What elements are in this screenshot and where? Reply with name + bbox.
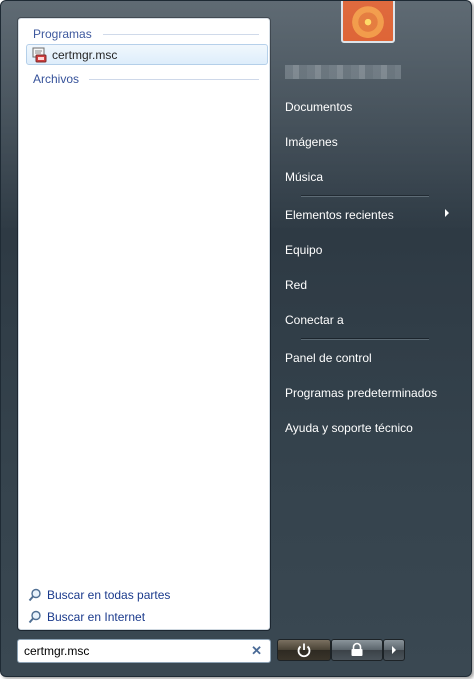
menu-item-ayuda-y-soporte[interactable]: Ayuda y soporte técnico: [285, 421, 413, 435]
search-box[interactable]: ✕: [17, 639, 271, 663]
section-divider: [103, 34, 259, 35]
menu-separator: [301, 195, 429, 197]
clear-search-icon[interactable]: ✕: [251, 643, 262, 659]
certificate-manager-icon: [32, 47, 48, 63]
section-files: Archivos: [33, 72, 259, 86]
search-result-certmgr[interactable]: certmgr.msc: [26, 44, 268, 65]
menu-item-red[interactable]: Red: [285, 278, 307, 292]
shutdown-button[interactable]: [277, 639, 331, 661]
menu-item-imagenes[interactable]: Imágenes: [285, 135, 338, 149]
menu-item-label: Música: [285, 170, 324, 184]
magnifier-icon: [28, 610, 41, 624]
search-everywhere-link[interactable]: Buscar en todas partes: [28, 588, 170, 602]
menu-item-equipo[interactable]: Equipo: [285, 243, 322, 257]
section-programs: Programas: [33, 27, 259, 41]
power-icon: [297, 643, 311, 658]
menu-item-label: Equipo: [285, 243, 323, 257]
menu-item-musica[interactable]: Música: [285, 170, 323, 184]
search-input[interactable]: [24, 644, 244, 658]
user-picture[interactable]: [341, 1, 395, 43]
menu-item-label: Red: [285, 278, 308, 292]
search-internet-label: Buscar en Internet: [47, 610, 146, 624]
menu-item-label: Imágenes: [285, 135, 338, 149]
menu-item-programas-predeterminados[interactable]: Programas predeterminados: [285, 386, 437, 400]
menu-item-label: Elementos recientes: [285, 208, 394, 222]
section-divider: [89, 79, 259, 80]
menu-item-label: Ayuda y soporte técnico: [285, 421, 413, 435]
user-name-blurred[interactable]: [285, 65, 401, 79]
lock-button[interactable]: [331, 639, 383, 661]
triangle-right-icon: [392, 646, 396, 654]
menu-item-label: Documentos: [285, 100, 353, 114]
menu-item-elementos-recientes[interactable]: Elementos recientes: [285, 208, 394, 222]
lock-icon: [351, 642, 363, 656]
menu-separator: [301, 338, 429, 340]
magnifier-icon: [28, 588, 41, 602]
programs-panel: Programas certmgr.msc Archivos Buscar en…: [17, 17, 271, 631]
start-menu: Programas certmgr.msc Archivos Buscar en…: [0, 0, 472, 677]
search-result-label: certmgr.msc: [52, 47, 118, 62]
menu-item-conectar-a[interactable]: Conectar a: [285, 313, 344, 327]
section-files-label: Archivos: [33, 72, 80, 86]
search-internet-link[interactable]: Buscar en Internet: [28, 610, 145, 624]
menu-item-documentos[interactable]: Documentos: [285, 100, 352, 114]
shutdown-options-button[interactable]: [383, 639, 405, 661]
menu-item-panel-de-control[interactable]: Panel de control: [285, 351, 372, 365]
submenu-arrow-icon: [445, 209, 449, 217]
menu-item-label: Programas predeterminados: [285, 386, 438, 400]
search-everywhere-label: Buscar en todas partes: [47, 588, 171, 602]
menu-item-label: Conectar a: [285, 313, 344, 327]
section-programs-label: Programas: [33, 27, 92, 41]
menu-item-label: Panel de control: [285, 351, 372, 365]
